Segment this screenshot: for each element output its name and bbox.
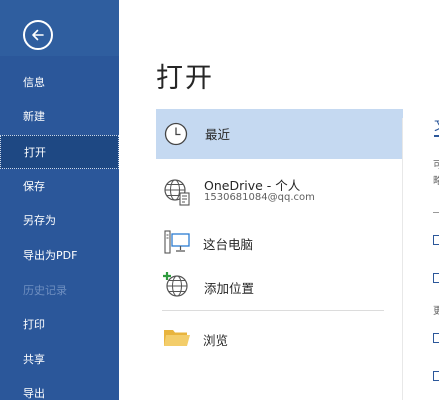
location-label: 最近 (205, 127, 231, 142)
clock-icon (164, 122, 188, 150)
location-label: 浏览 (203, 333, 229, 348)
nav-export[interactable]: 导出 (0, 377, 119, 411)
nav-share[interactable]: 共享 (0, 343, 119, 377)
backstage-sidebar: 信息 新建 打开 保存 另存为 导出为PDF 历史记录 打印 共享 导出 (0, 0, 119, 400)
location-label: 这台电脑 (203, 237, 254, 252)
location-label: 添加位置 (204, 281, 255, 296)
page-title: 打开 (156, 63, 214, 94)
recent-file-icon[interactable] (433, 273, 439, 283)
location-this-pc[interactable]: 这台电脑 (156, 224, 403, 260)
onedrive-globe-icon (163, 178, 191, 210)
nav-print[interactable]: 打印 (0, 308, 119, 342)
account-email: 1530681084@qq.com (204, 192, 315, 203)
folder-icon (163, 326, 191, 354)
panel-divider (402, 118, 403, 400)
nav-export-pdf[interactable]: 导出为PDF (0, 239, 119, 273)
right-panel-title: 文 (434, 115, 439, 137)
nav-save[interactable]: 保存 (0, 170, 119, 204)
location-add-place[interactable]: 添加位置 (156, 268, 403, 304)
back-button[interactable] (23, 20, 53, 50)
recent-file-icon[interactable] (433, 333, 439, 343)
right-panel-rule (433, 212, 439, 213)
location-browse[interactable]: 浏览 (156, 320, 403, 356)
nav-open[interactable]: 打开 (0, 135, 119, 169)
recent-file-icon[interactable] (433, 235, 439, 245)
add-location-globe-icon (162, 271, 190, 303)
location-recent[interactable]: 最近 (156, 109, 403, 159)
right-panel-line2: 略 (433, 176, 439, 187)
right-panel-group-label: 更 (433, 306, 439, 317)
nav-save-as[interactable]: 另存为 (0, 204, 119, 238)
recent-file-icon[interactable] (433, 371, 439, 381)
nav-history: 历史记录 (23, 284, 67, 297)
location-onedrive[interactable]: OneDrive - 个人 1530681084@qq.com (156, 168, 403, 214)
right-panel-line1: 可 (433, 160, 439, 171)
back-band (0, 0, 119, 56)
location-divider (162, 310, 384, 311)
nav-new[interactable]: 新建 (0, 100, 119, 134)
nav-info[interactable]: 信息 (0, 66, 119, 100)
arrow-left-icon (32, 29, 44, 41)
computer-icon (163, 228, 191, 260)
